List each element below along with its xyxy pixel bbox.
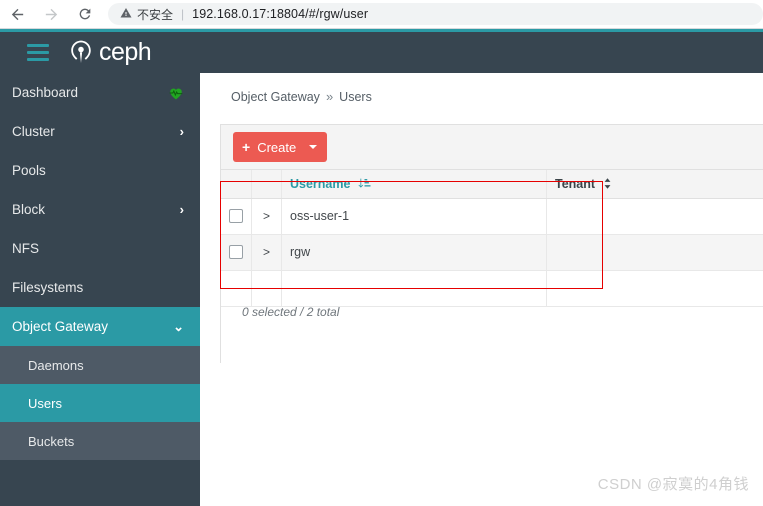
breadcrumb-root[interactable]: Object Gateway xyxy=(231,90,320,104)
hamburger-menu-icon[interactable] xyxy=(27,44,49,61)
heartbeat-icon xyxy=(168,86,184,100)
table-toolbar: + Create xyxy=(221,125,763,170)
sort-amount-asc-icon xyxy=(358,177,371,190)
column-header-username-label: Username xyxy=(290,176,351,191)
table-filler-row xyxy=(221,270,763,307)
app-root: 不安全 | 192.168.0.17:18804/#/rgw/user ceph… xyxy=(0,0,763,506)
back-button[interactable] xyxy=(0,0,34,28)
sort-updown-icon xyxy=(603,177,612,190)
sidebar-subitem-label: Buckets xyxy=(28,433,75,449)
row-select-cell[interactable] xyxy=(221,234,252,271)
checkbox-unchecked-icon[interactable] xyxy=(229,209,243,224)
security-status-text: 不安全 xyxy=(137,7,174,22)
column-header-username[interactable]: Username xyxy=(281,170,547,199)
sidebar-item-label: Cluster xyxy=(12,124,55,139)
panel-left-border xyxy=(220,299,221,363)
plus-icon: + xyxy=(242,139,251,155)
cell-username[interactable]: oss-user-1 xyxy=(281,198,547,235)
browser-toolbar: 不安全 | 192.168.0.17:18804/#/rgw/user xyxy=(0,0,763,28)
sidebar-item-pools[interactable]: Pools xyxy=(0,151,200,190)
chevron-right-icon[interactable]: > xyxy=(263,209,270,223)
column-header-tenant-label: Tenant xyxy=(555,176,596,191)
brand-text: ceph xyxy=(99,38,152,66)
brand[interactable]: ceph xyxy=(68,38,152,66)
filler-cell xyxy=(251,270,282,307)
chevron-right-icon: › xyxy=(179,202,184,217)
ceph-logo-icon xyxy=(71,40,91,63)
app-navbar: ceph xyxy=(0,29,763,73)
checkbox-unchecked-icon[interactable] xyxy=(229,245,243,260)
sidebar-item-label: Dashboard xyxy=(12,85,79,100)
url-text[interactable]: 192.168.0.17:18804/#/rgw/user xyxy=(192,7,368,21)
arrow-left-icon xyxy=(11,8,23,20)
omnibox-separator: | xyxy=(181,7,185,21)
chevron-down-icon: ⌄ xyxy=(173,319,184,334)
sidebar-item-block[interactable]: Block › xyxy=(0,190,200,229)
sidebar-item-label: Filesystems xyxy=(12,280,84,295)
create-button-label: Create xyxy=(257,139,297,155)
table-status-text: 0 selected / 2 total xyxy=(242,305,340,319)
chevron-right-icon[interactable]: > xyxy=(263,245,270,259)
sidebar-item-label: Pools xyxy=(12,163,46,178)
row-select-cell[interactable] xyxy=(221,198,252,235)
row-expand-cell[interactable]: > xyxy=(251,198,282,235)
chevron-right-icon: › xyxy=(179,124,184,139)
breadcrumb-separator: » xyxy=(325,89,334,104)
filler-cell xyxy=(546,270,763,307)
create-button[interactable]: + Create xyxy=(233,132,328,162)
sidebar-item-filesystems[interactable]: Filesystems xyxy=(0,268,200,307)
column-header-select[interactable] xyxy=(221,170,252,199)
warning-triangle-icon xyxy=(120,7,132,22)
users-panel: + Create Username Tenant > oss-user-1 > … xyxy=(220,124,763,307)
sidebar-item-buckets[interactable]: Buckets xyxy=(0,422,200,460)
sidebar-item-label: Block xyxy=(12,202,46,217)
cell-tenant xyxy=(546,198,763,235)
table-row[interactable]: > oss-user-1 xyxy=(221,198,763,235)
sidebar-item-label: NFS xyxy=(12,241,39,256)
sidebar-subitem-label: Users xyxy=(28,395,62,411)
arrow-right-icon xyxy=(45,8,57,20)
sidebar-item-cluster[interactable]: Cluster › xyxy=(0,112,200,151)
column-header-tenant[interactable]: Tenant xyxy=(546,170,763,199)
breadcrumb-current: Users xyxy=(339,89,372,104)
filler-cell xyxy=(221,270,252,307)
table-body: > oss-user-1 > rgw xyxy=(221,198,763,307)
column-header-expand xyxy=(251,170,282,199)
users-table: Username Tenant > oss-user-1 > rgw xyxy=(221,170,763,307)
cell-username[interactable]: rgw xyxy=(281,234,547,271)
table-header: Username Tenant xyxy=(221,170,763,199)
table-row[interactable]: > rgw xyxy=(221,234,763,271)
watermark: CSDN @寂寞的4角钱 xyxy=(597,476,749,493)
sidebar-item-dashboard[interactable]: Dashboard xyxy=(0,73,200,112)
reload-button[interactable] xyxy=(68,0,102,28)
row-expand-cell[interactable]: > xyxy=(251,234,282,271)
table-header-row: Username Tenant xyxy=(221,170,763,199)
reload-icon xyxy=(79,8,91,20)
sidebar: Dashboard Cluster › Pools Block › NFS Fi… xyxy=(0,73,200,506)
sidebar-item-users[interactable]: Users xyxy=(0,384,200,422)
sidebar-subitem-label: Daemons xyxy=(28,357,84,373)
filler-cell xyxy=(281,270,547,307)
sidebar-item-label: Object Gateway xyxy=(12,319,109,334)
sidebar-item-nfs[interactable]: NFS xyxy=(0,229,200,268)
cell-tenant xyxy=(546,234,763,271)
main-content: Object Gateway » Users + Create Username… xyxy=(200,73,763,506)
caret-down-icon[interactable] xyxy=(309,145,318,149)
sidebar-item-object-gateway[interactable]: Object Gateway ⌄ xyxy=(0,307,200,346)
address-bar[interactable]: 不安全 | 192.168.0.17:18804/#/rgw/user xyxy=(108,3,763,25)
forward-button[interactable] xyxy=(34,0,68,28)
breadcrumb: Object Gateway » Users xyxy=(231,89,372,104)
sidebar-item-daemons[interactable]: Daemons xyxy=(0,346,200,384)
